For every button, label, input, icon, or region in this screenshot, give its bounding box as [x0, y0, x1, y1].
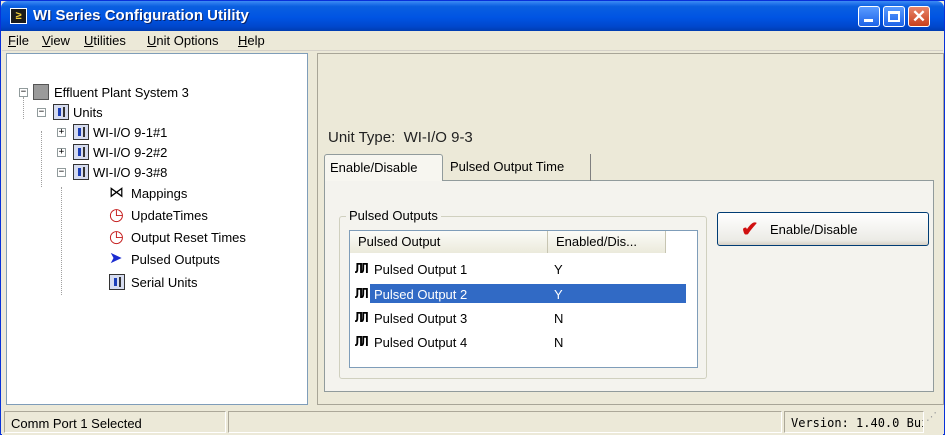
close-icon: ✕ — [911, 7, 927, 26]
menu-help[interactable]: Help — [238, 33, 265, 48]
group-label: Pulsed Outputs — [346, 208, 441, 223]
app-window: ≥ WI Series Configuration Utility ✕ File… — [0, 0, 945, 435]
menu-utilities[interactable]: Utilities — [84, 33, 126, 48]
status-comm-port: Comm Port 1 Selected — [4, 411, 226, 433]
status-version: Version: 1.40.0 Buil — [784, 411, 924, 433]
column-header-enabled[interactable]: Enabled/Dis... — [548, 231, 666, 253]
pulse-icon: ЛЛ — [355, 311, 369, 326]
title-bar[interactable]: ≥ WI Series Configuration Utility ✕ — [1, 1, 944, 31]
unit-type-value: WI-I/O 9-3 — [403, 129, 473, 146]
pulse-icon: ЛЛ — [355, 287, 369, 302]
maximize-icon — [888, 11, 900, 22]
collapse-icon[interactable]: − — [19, 88, 28, 97]
window-title: WI Series Configuration Utility — [33, 7, 249, 24]
menu-unit-options[interactable]: Unit Options — [147, 33, 219, 48]
expand-icon[interactable]: + — [57, 128, 66, 137]
menu-bar: File View Utilities Unit Options Help — [2, 31, 943, 51]
list-item-selected[interactable]: ЛЛ Pulsed Output 2 Y — [351, 283, 697, 305]
list-item[interactable]: ЛЛ Pulsed Output 1 Y — [351, 258, 697, 280]
close-button[interactable]: ✕ — [908, 6, 930, 27]
minimize-icon — [864, 19, 873, 22]
arrow-icon: ➤ — [109, 250, 123, 267]
unit-icon — [73, 164, 89, 180]
unit-type-label: Unit Type: WI-I/O 9-3 — [328, 129, 473, 146]
status-middle — [228, 411, 782, 433]
list-item[interactable]: ЛЛ Pulsed Output 4 N — [351, 331, 697, 353]
clock-icon: ◷ — [109, 227, 124, 246]
minimize-button[interactable] — [858, 6, 880, 27]
unit-icon — [73, 124, 89, 140]
plant-system-icon — [33, 84, 49, 100]
menu-file[interactable]: File — [8, 33, 29, 48]
pulse-icon: ЛЛ — [355, 262, 369, 277]
menu-view[interactable]: View — [42, 33, 70, 48]
tab-pulsed-output-time[interactable]: Pulsed Output Time — [445, 154, 591, 181]
clock-icon: ◷ — [109, 205, 124, 224]
app-icon[interactable]: ≥ — [10, 8, 27, 24]
enable-disable-button[interactable]: ✔ Enable/Disable — [717, 212, 929, 246]
checkmark-icon: ✔ — [741, 218, 759, 241]
collapse-icon[interactable]: − — [57, 168, 66, 177]
unit-icon — [73, 144, 89, 160]
column-header-pulsed-output[interactable]: Pulsed Output — [350, 231, 548, 253]
tree-view[interactable] — [6, 53, 308, 405]
collapse-icon[interactable]: − — [37, 108, 46, 117]
status-bar: Comm Port 1 Selected Version: 1.40.0 Bui… — [2, 409, 943, 435]
resize-grip-icon[interactable]: ⋰ — [926, 412, 942, 431]
tab-enable-disable[interactable]: Enable/Disable — [324, 154, 443, 181]
expand-icon[interactable]: + — [57, 148, 66, 157]
maximize-button[interactable] — [883, 6, 905, 27]
list-item[interactable]: ЛЛ Pulsed Output 3 N — [351, 307, 697, 329]
pulse-icon: ЛЛ — [355, 335, 369, 350]
unit-icon — [53, 104, 69, 120]
unit-icon — [109, 274, 125, 290]
mappings-icon: ⋈ — [109, 184, 124, 201]
